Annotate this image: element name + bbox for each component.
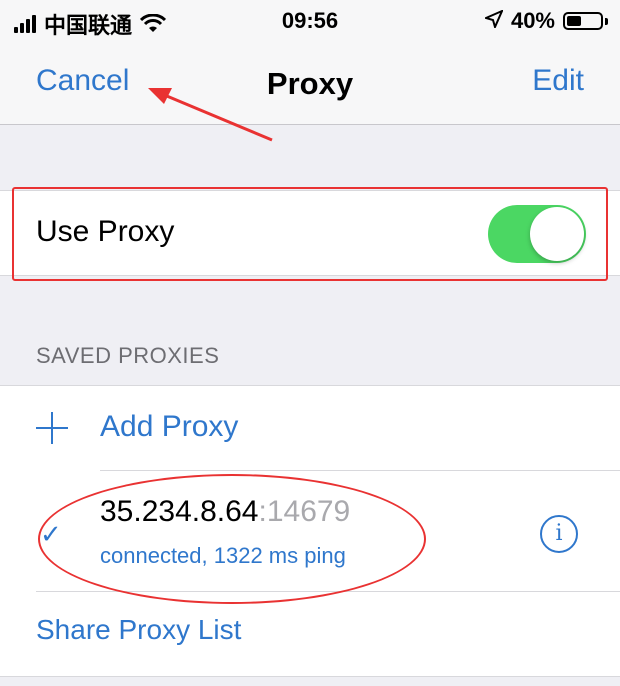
annotation-arrow xyxy=(148,88,273,142)
